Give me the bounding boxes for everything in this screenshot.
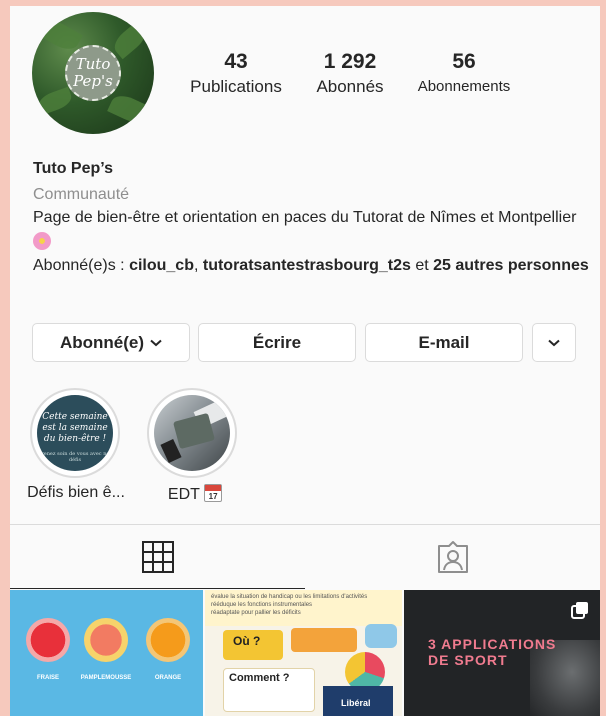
post-thumbnail[interactable]: 3 APPLICATIONS DE SPORT [404,590,600,716]
suggested-accounts-button[interactable] [532,323,576,362]
following-button[interactable]: Abonné(e) [32,323,190,362]
followers-count: 1 292 [323,50,377,73]
carousel-icon [571,602,588,619]
stat-followers[interactable]: 1 292 Abonnés [308,50,392,98]
profile-tabs [10,525,600,589]
stat-publications[interactable]: 43 Publications [180,50,292,98]
publications-count: 43 [224,50,248,73]
strawberry-image [26,618,70,662]
followed-by-others[interactable]: 25 autres personnes [433,257,589,274]
post-title: 3 APPLICATIONS DE SPORT [428,636,557,668]
chevron-down-icon [548,339,560,346]
highlight-defis-bien-etre[interactable]: Cette semaine est la semaine du bien-êtr… [30,388,120,478]
fruit-label: PAMPLEMOUSSE [80,675,132,681]
grapefruit-image [84,618,128,662]
avatar-logo: Tuto Pep's [65,45,121,101]
following-label: Abonnements [417,78,511,95]
orange-image [146,618,190,662]
followers-label: Abonnés [316,77,384,96]
profile-category: Communauté [33,186,130,203]
followed-by: Abonné(e)s : cilou_cb, tutoratsantestras… [33,257,589,274]
highlight-cover [154,395,230,471]
email-button[interactable]: E-mail [365,323,523,362]
post-text: évalue la situation de handicap ou les l… [205,590,402,626]
tagged-user-icon [437,541,468,573]
stat-following[interactable]: 56 Abonnements [408,50,520,98]
profile-page: Tuto Pep's 43 Publications 1 292 Abonnés… [10,6,600,716]
profile-name: Tuto Pep’s [33,160,113,177]
message-button[interactable]: Écrire [198,323,356,362]
highlight-edt[interactable] [147,388,237,478]
profile-description: Page de bien-être et orientation en pace… [33,205,593,255]
followed-by-user-2[interactable]: tutoratsantestrasbourg_t2s [203,257,411,274]
fruit-label: ORANGE [154,675,182,681]
profile-avatar[interactable]: Tuto Pep's [32,12,154,134]
chevron-down-icon [150,339,162,346]
post-thumbnail[interactable]: évalue la situation de handicap ou les l… [205,590,402,716]
highlight-cover: Cette semaine est la semaine du bien-êtr… [37,395,113,471]
calendar-icon: 17 [204,484,223,502]
followed-by-user-1[interactable]: cilou_cb [129,257,194,274]
post-thumbnail[interactable]: FRAISE PAMPLEMOUSSE ORANGE [10,590,203,716]
following-count: 56 [452,50,476,73]
tab-grid[interactable] [10,525,305,589]
highlight-label: EDT 17 [145,484,245,504]
highlight-label: Défis bien ê... [27,484,125,501]
tab-tagged[interactable] [305,525,600,589]
grid-icon [141,540,174,573]
fruit-label: FRAISE [36,675,59,681]
cherry-blossom-icon [33,232,51,250]
publications-label: Publications [190,77,282,96]
